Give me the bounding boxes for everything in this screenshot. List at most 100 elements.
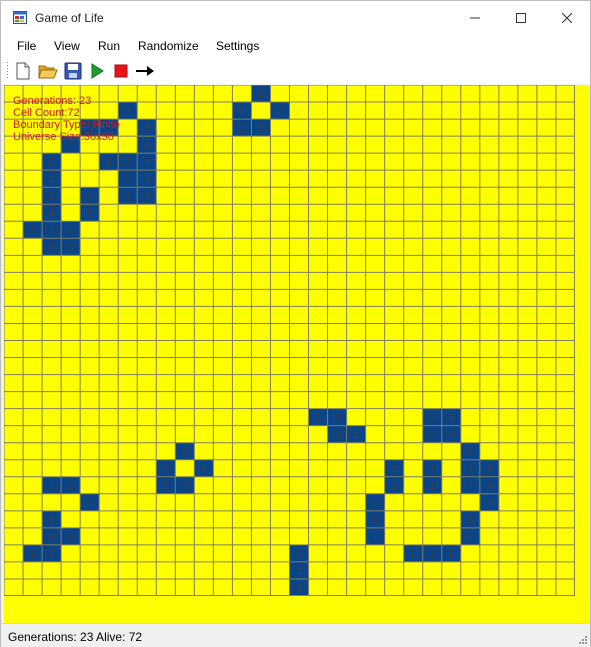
neighbor-count: 3 bbox=[449, 413, 455, 424]
minimize-button[interactable] bbox=[452, 1, 498, 35]
save-button[interactable] bbox=[62, 60, 84, 82]
minimize-icon bbox=[470, 17, 480, 19]
stop-icon bbox=[114, 64, 128, 78]
neighbor-count: 1 bbox=[429, 481, 435, 492]
neighbor-count: 2 bbox=[201, 464, 207, 475]
save-icon bbox=[64, 62, 82, 80]
menu-file[interactable]: File bbox=[17, 39, 36, 53]
neighbor-count: 4 bbox=[468, 464, 474, 475]
neighbor-count: 6 bbox=[125, 174, 131, 185]
neighbor-count: 3 bbox=[334, 430, 340, 441]
toolbar-grip-icon[interactable] bbox=[6, 61, 9, 80]
neighbor-count: 3 bbox=[49, 549, 55, 560]
neighbor-count: 5 bbox=[125, 157, 131, 168]
neighbor-count: 3 bbox=[125, 191, 131, 202]
title-bar[interactable]: Game of Life bbox=[1, 1, 590, 35]
neighbor-count: 3 bbox=[429, 430, 435, 441]
neighbor-count: 1 bbox=[372, 532, 378, 543]
hud-universe-size: Universe Size:30x30 bbox=[13, 131, 114, 143]
open-button[interactable] bbox=[37, 60, 59, 82]
neighbor-count: 2 bbox=[258, 89, 264, 100]
close-icon bbox=[562, 13, 572, 23]
next-step-button[interactable] bbox=[134, 60, 156, 82]
neighbor-count: 2 bbox=[182, 447, 188, 458]
neighbor-count: 4 bbox=[49, 208, 55, 219]
menu-view[interactable]: View bbox=[54, 39, 80, 53]
hud-cell-count: Cell Count:72 bbox=[13, 107, 80, 119]
neighbor-count: 5 bbox=[49, 225, 55, 236]
maximize-button[interactable] bbox=[498, 1, 544, 35]
menu-randomize[interactable]: Randomize bbox=[138, 39, 199, 53]
neighbor-count: 1 bbox=[87, 191, 93, 202]
neighbor-count: 2 bbox=[296, 566, 302, 577]
neighbor-count: 1 bbox=[391, 464, 397, 475]
neighbor-count: 2 bbox=[315, 413, 321, 424]
neighbor-count: 1 bbox=[429, 464, 435, 475]
neighbor-count: 2 bbox=[429, 549, 435, 560]
universe-grid[interactable]: 23 3 25 4 3 2 32 42 2 5 42 6 52 1 3 34 23 5 64 32 3 3 33 2 3 42 33… bbox=[4, 85, 575, 596]
start-button[interactable] bbox=[86, 60, 108, 82]
resize-grip-icon[interactable] bbox=[577, 634, 587, 644]
neighbor-count: 5 bbox=[144, 174, 150, 185]
window-title: Game of Life bbox=[35, 11, 104, 25]
neighbor-count: 1 bbox=[410, 549, 416, 560]
menu-settings[interactable]: Settings bbox=[216, 39, 259, 53]
neighbor-count: 1 bbox=[87, 498, 93, 509]
neighbor-count: 4 bbox=[49, 532, 55, 543]
neighbor-count: 2 bbox=[87, 208, 93, 219]
app-window: Game of Life File View Run Randomize Set… bbox=[0, 0, 591, 647]
neighbor-count: 2 bbox=[49, 515, 55, 526]
neighbor-count: 2 bbox=[372, 515, 378, 526]
neighbor-count: 2 bbox=[49, 157, 55, 168]
open-folder-icon bbox=[38, 65, 58, 78]
neighbor-count: 4 bbox=[487, 464, 493, 475]
neighbor-count: 4 bbox=[468, 481, 474, 492]
menu-bar: File View Run Randomize Settings bbox=[1, 35, 590, 57]
neighbor-count: 3 bbox=[258, 123, 264, 134]
neighbor-count: 3 bbox=[468, 447, 474, 458]
next-step-icon bbox=[136, 66, 154, 76]
neighbor-count: 2 bbox=[68, 481, 74, 492]
neighbor-count: 1 bbox=[49, 481, 55, 492]
neighbor-count: 2 bbox=[391, 481, 397, 492]
neighbor-count: 4 bbox=[144, 157, 150, 168]
toolbar bbox=[1, 57, 590, 84]
neighbor-count: 3 bbox=[144, 191, 150, 202]
status-bar: Generations: 23 Alive: 72 bbox=[1, 623, 590, 647]
neighbor-count: 3 bbox=[68, 242, 74, 253]
neighbor-count: 3 bbox=[334, 413, 340, 424]
neighbor-count: 3 bbox=[163, 464, 169, 475]
start-icon bbox=[91, 63, 104, 79]
neighbor-count: 1 bbox=[296, 583, 302, 594]
neighbor-count: 1 bbox=[296, 549, 302, 560]
neighbor-count: 2 bbox=[239, 123, 245, 134]
neighbor-count: 3 bbox=[30, 225, 36, 236]
hud-generations: Generations: 23 bbox=[13, 95, 92, 107]
neighbor-count: 3 bbox=[239, 106, 245, 117]
neighbor-count: 6 bbox=[68, 225, 74, 236]
new-button[interactable] bbox=[12, 60, 34, 82]
maximize-icon bbox=[516, 13, 526, 23]
neighbor-count: 3 bbox=[429, 413, 435, 424]
neighbor-count: 4 bbox=[449, 430, 455, 441]
menu-run[interactable]: Run bbox=[98, 39, 120, 53]
neighbor-count: 4 bbox=[49, 242, 55, 253]
universe-panel[interactable]: 2332543232422542652133423564323333234233… bbox=[4, 85, 590, 623]
neighbor-count: 3 bbox=[487, 498, 493, 509]
neighbor-count: 2 bbox=[30, 549, 36, 560]
neighbor-count: 3 bbox=[182, 481, 188, 492]
neighbor-count: 2 bbox=[163, 481, 169, 492]
neighbor-count: 2 bbox=[106, 157, 112, 168]
close-button[interactable] bbox=[544, 1, 590, 35]
new-file-icon bbox=[16, 62, 30, 80]
neighbor-count: 2 bbox=[353, 430, 359, 441]
neighbor-count: 3 bbox=[68, 532, 74, 543]
app-icon bbox=[13, 11, 27, 24]
neighbor-count: 2 bbox=[49, 174, 55, 185]
neighbor-count: 2 bbox=[372, 498, 378, 509]
neighbor-count: 2 bbox=[449, 549, 455, 560]
neighbor-count: 2 bbox=[468, 515, 474, 526]
hud-boundary-type: Boundary Type: Finite bbox=[13, 119, 120, 131]
stop-button[interactable] bbox=[110, 60, 132, 82]
status-text: Generations: 23 Alive: 72 bbox=[8, 630, 143, 644]
